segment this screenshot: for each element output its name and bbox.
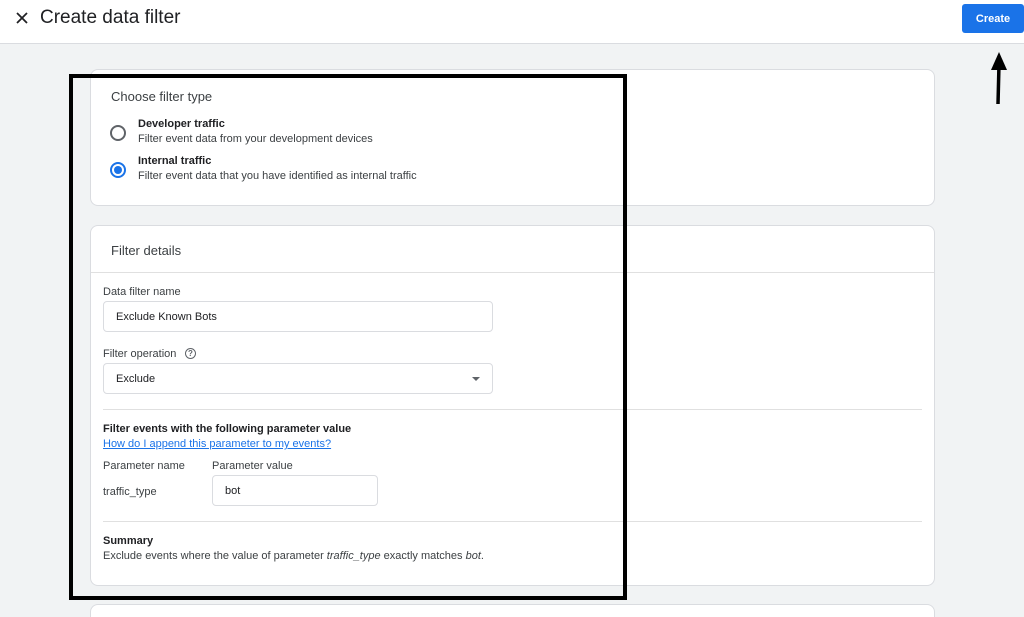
filter-type-card: Choose filter type Developer traffic Fil…: [90, 69, 935, 206]
top-bar: Create data filter Create: [0, 0, 1024, 44]
parameter-heading: Filter events with the following paramet…: [103, 423, 352, 435]
divider: [103, 409, 922, 410]
summary-text: Exclude events where the value of parame…: [103, 550, 484, 562]
page-title: Create data filter: [40, 7, 181, 28]
developer-traffic-radio[interactable]: [110, 125, 126, 141]
filter-operation-select[interactable]: Exclude: [103, 363, 493, 394]
developer-traffic-description: Filter event data from your development …: [138, 133, 373, 145]
internal-traffic-label: Internal traffic: [138, 155, 212, 167]
filter-details-title: Filter details: [111, 243, 182, 258]
append-parameter-help-link[interactable]: How do I append this parameter to my eve…: [103, 438, 331, 450]
data-filter-name-input[interactable]: [103, 301, 493, 332]
parameter-value-label: Parameter value: [212, 460, 293, 472]
parameter-value-input[interactable]: [212, 475, 378, 506]
create-button[interactable]: Create: [962, 4, 1024, 33]
next-card: [90, 604, 935, 617]
arrow-up-icon: [991, 52, 1007, 105]
data-filter-name-label: Data filter name: [103, 286, 181, 298]
internal-traffic-radio[interactable]: [110, 162, 126, 178]
parameter-name-label: Parameter name: [103, 460, 185, 472]
filter-operation-value: Exclude: [116, 373, 156, 385]
divider: [103, 521, 922, 522]
filter-details-card: Filter details Data filter name Filter o…: [90, 225, 935, 586]
close-icon[interactable]: [12, 8, 32, 28]
internal-traffic-description: Filter event data that you have identifi…: [138, 170, 417, 182]
developer-traffic-label: Developer traffic: [138, 118, 225, 130]
divider: [91, 272, 934, 273]
filter-operation-label: Filter operation: [103, 348, 177, 360]
filter-type-title: Choose filter type: [111, 89, 213, 104]
help-icon[interactable]: ?: [185, 348, 196, 359]
summary-heading: Summary: [103, 535, 154, 547]
caret-down-icon: [472, 377, 480, 381]
parameter-name-value: traffic_type: [103, 486, 157, 498]
